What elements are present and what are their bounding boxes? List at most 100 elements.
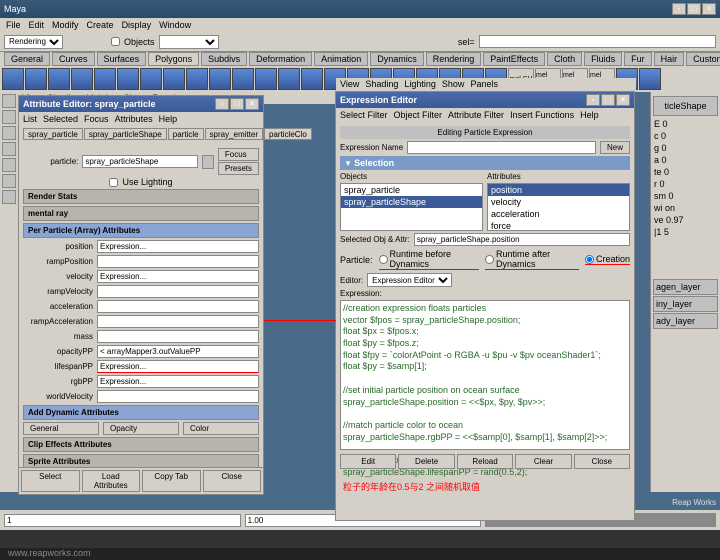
reload-button[interactable]: Reload bbox=[457, 454, 513, 469]
pp-input-worldVelocity[interactable] bbox=[97, 390, 259, 403]
channel-item[interactable]: ve 0.97 bbox=[653, 214, 718, 226]
command-line[interactable] bbox=[0, 530, 720, 548]
attributes-list[interactable]: position velocity acceleration force inp… bbox=[487, 183, 630, 231]
objects-select[interactable] bbox=[159, 35, 219, 49]
channel-tab[interactable]: ticleShape bbox=[653, 96, 718, 116]
vp2-menu-panels[interactable]: Panels bbox=[470, 79, 498, 89]
use-lighting-check[interactable] bbox=[109, 178, 118, 187]
shelf-icon[interactable] bbox=[140, 68, 162, 90]
section-per-particle[interactable]: Per Particle (Array) Attributes bbox=[23, 223, 259, 238]
menu-file[interactable]: File bbox=[6, 20, 21, 30]
pp-input-lifespanPP[interactable] bbox=[97, 360, 259, 373]
general-button[interactable]: General bbox=[23, 422, 99, 435]
pp-input-acceleration[interactable] bbox=[97, 300, 259, 313]
attr-tab-shape[interactable]: spray_particleShape bbox=[84, 128, 167, 140]
shelf-icon[interactable] bbox=[639, 68, 661, 90]
pp-input-rampAcceleration[interactable] bbox=[97, 315, 259, 328]
close-button[interactable]: × bbox=[702, 3, 716, 15]
layer-item[interactable]: iny_layer bbox=[653, 296, 718, 312]
select-tool-icon[interactable] bbox=[2, 94, 16, 108]
layer-item[interactable]: ady_layer bbox=[653, 313, 718, 329]
channel-item[interactable]: sm 0 bbox=[653, 190, 718, 202]
objects-check[interactable] bbox=[111, 37, 120, 46]
channel-item[interactable]: E 0 bbox=[653, 118, 718, 130]
vp2-menu-shading[interactable]: Shading bbox=[365, 79, 398, 89]
shelf-icon[interactable] bbox=[71, 68, 93, 90]
shelf-icon[interactable] bbox=[278, 68, 300, 90]
attr-tab-clo[interactable]: particleClo bbox=[264, 128, 312, 140]
list-item[interactable]: acceleration bbox=[488, 208, 629, 220]
load-attributes-button[interactable]: Load Attributes bbox=[82, 470, 141, 492]
sel-obj-input[interactable] bbox=[414, 233, 630, 246]
delete-button[interactable]: Delete bbox=[398, 454, 454, 469]
select-button[interactable]: Select bbox=[21, 470, 80, 492]
color-button[interactable]: Color bbox=[183, 422, 259, 435]
shelf-tab-rendering[interactable]: Rendering bbox=[426, 52, 482, 66]
shelf-icon[interactable] bbox=[2, 68, 24, 90]
expr-menu-help[interactable]: Help bbox=[580, 110, 599, 120]
runtime-before-radio[interactable] bbox=[379, 255, 388, 264]
presets-button[interactable]: Presets bbox=[218, 162, 259, 175]
vp2-menu-lighting[interactable]: Lighting bbox=[404, 79, 436, 89]
channel-item[interactable]: g 0 bbox=[653, 142, 718, 154]
move-tool-icon[interactable] bbox=[2, 126, 16, 140]
shelf-tab-animation[interactable]: Animation bbox=[314, 52, 368, 66]
channel-item[interactable]: wi on bbox=[653, 202, 718, 214]
pp-input-velocity[interactable] bbox=[97, 270, 259, 283]
expr-name-input[interactable] bbox=[407, 141, 596, 154]
channel-item[interactable]: a 0 bbox=[653, 154, 718, 166]
list-item[interactable]: force bbox=[488, 220, 629, 231]
channel-item[interactable]: te 0 bbox=[653, 166, 718, 178]
attr-close-button[interactable]: Close bbox=[203, 470, 262, 492]
rotate-tool-icon[interactable] bbox=[2, 142, 16, 156]
shelf-icon[interactable] bbox=[209, 68, 231, 90]
pp-input-mass[interactable] bbox=[97, 330, 259, 343]
expr-menu-objfilter[interactable]: Object Filter bbox=[394, 110, 443, 120]
section-render-stats[interactable]: Render Stats bbox=[23, 189, 259, 204]
minimize-button[interactable]: - bbox=[672, 3, 686, 15]
expr-close-icon[interactable]: × bbox=[616, 94, 630, 106]
mode-select[interactable]: Rendering bbox=[4, 35, 63, 49]
expr-minimize-icon[interactable]: - bbox=[586, 94, 600, 106]
edit-button[interactable]: Edit bbox=[340, 454, 396, 469]
copy-tab-button[interactable]: Copy Tab bbox=[142, 470, 201, 492]
attr-minimize-icon[interactable]: - bbox=[215, 98, 229, 110]
shelf-tab-dynamics[interactable]: Dynamics bbox=[370, 52, 424, 66]
list-item[interactable]: position bbox=[488, 184, 629, 196]
section-add-dynamic[interactable]: Add Dynamic Attributes bbox=[23, 405, 259, 420]
attr-maximize-icon[interactable]: □ bbox=[230, 98, 244, 110]
shelf-icon[interactable] bbox=[255, 68, 277, 90]
attr-menu-help[interactable]: Help bbox=[159, 114, 178, 124]
shelf-icon[interactable] bbox=[232, 68, 254, 90]
lasso-tool-icon[interactable] bbox=[2, 110, 16, 124]
selection-header[interactable]: ▼ Selection bbox=[340, 156, 630, 170]
vp2-menu-show[interactable]: Show bbox=[442, 79, 465, 89]
objects-list[interactable]: spray_particle spray_particleShape bbox=[340, 183, 483, 231]
attr-menu-selected[interactable]: Selected bbox=[43, 114, 78, 124]
scale-tool-icon[interactable] bbox=[2, 158, 16, 172]
shelf-tab-hair[interactable]: Hair bbox=[654, 52, 685, 66]
expr-menu-attrfilter[interactable]: Attribute Filter bbox=[448, 110, 504, 120]
attribute-editor-title[interactable]: Attribute Editor: spray_particle - □ × bbox=[19, 96, 263, 112]
shelf-tab-subdivs[interactable]: Subdivs bbox=[201, 52, 247, 66]
shelf-tab-fluids[interactable]: Fluids bbox=[584, 52, 622, 66]
attr-tab-particle[interactable]: spray_particle bbox=[23, 128, 83, 140]
layer-item[interactable]: agen_layer bbox=[653, 279, 718, 295]
shelf-tab-surfaces[interactable]: Surfaces bbox=[97, 52, 147, 66]
shelf-tab-polygons[interactable]: Polygons bbox=[148, 52, 199, 66]
pp-input-rgbPP[interactable] bbox=[97, 375, 259, 388]
focus-button[interactable]: Focus bbox=[218, 148, 259, 161]
pp-input-position[interactable] bbox=[97, 240, 259, 253]
shelf-tab-painteffects[interactable]: PaintEffects bbox=[483, 52, 545, 66]
list-item[interactable]: velocity bbox=[488, 196, 629, 208]
range-start-input[interactable] bbox=[4, 514, 241, 527]
expr-maximize-icon[interactable]: □ bbox=[601, 94, 615, 106]
load-icon[interactable] bbox=[202, 155, 214, 169]
shelf-tab-general[interactable]: General bbox=[4, 52, 50, 66]
attr-menu-list[interactable]: List bbox=[23, 114, 37, 124]
menu-window[interactable]: Window bbox=[159, 20, 191, 30]
channel-item[interactable]: c 0 bbox=[653, 130, 718, 142]
editor-select[interactable]: Expression Editor bbox=[367, 273, 452, 287]
shelf-icon[interactable] bbox=[117, 68, 139, 90]
new-expression-button[interactable]: New bbox=[600, 141, 630, 154]
